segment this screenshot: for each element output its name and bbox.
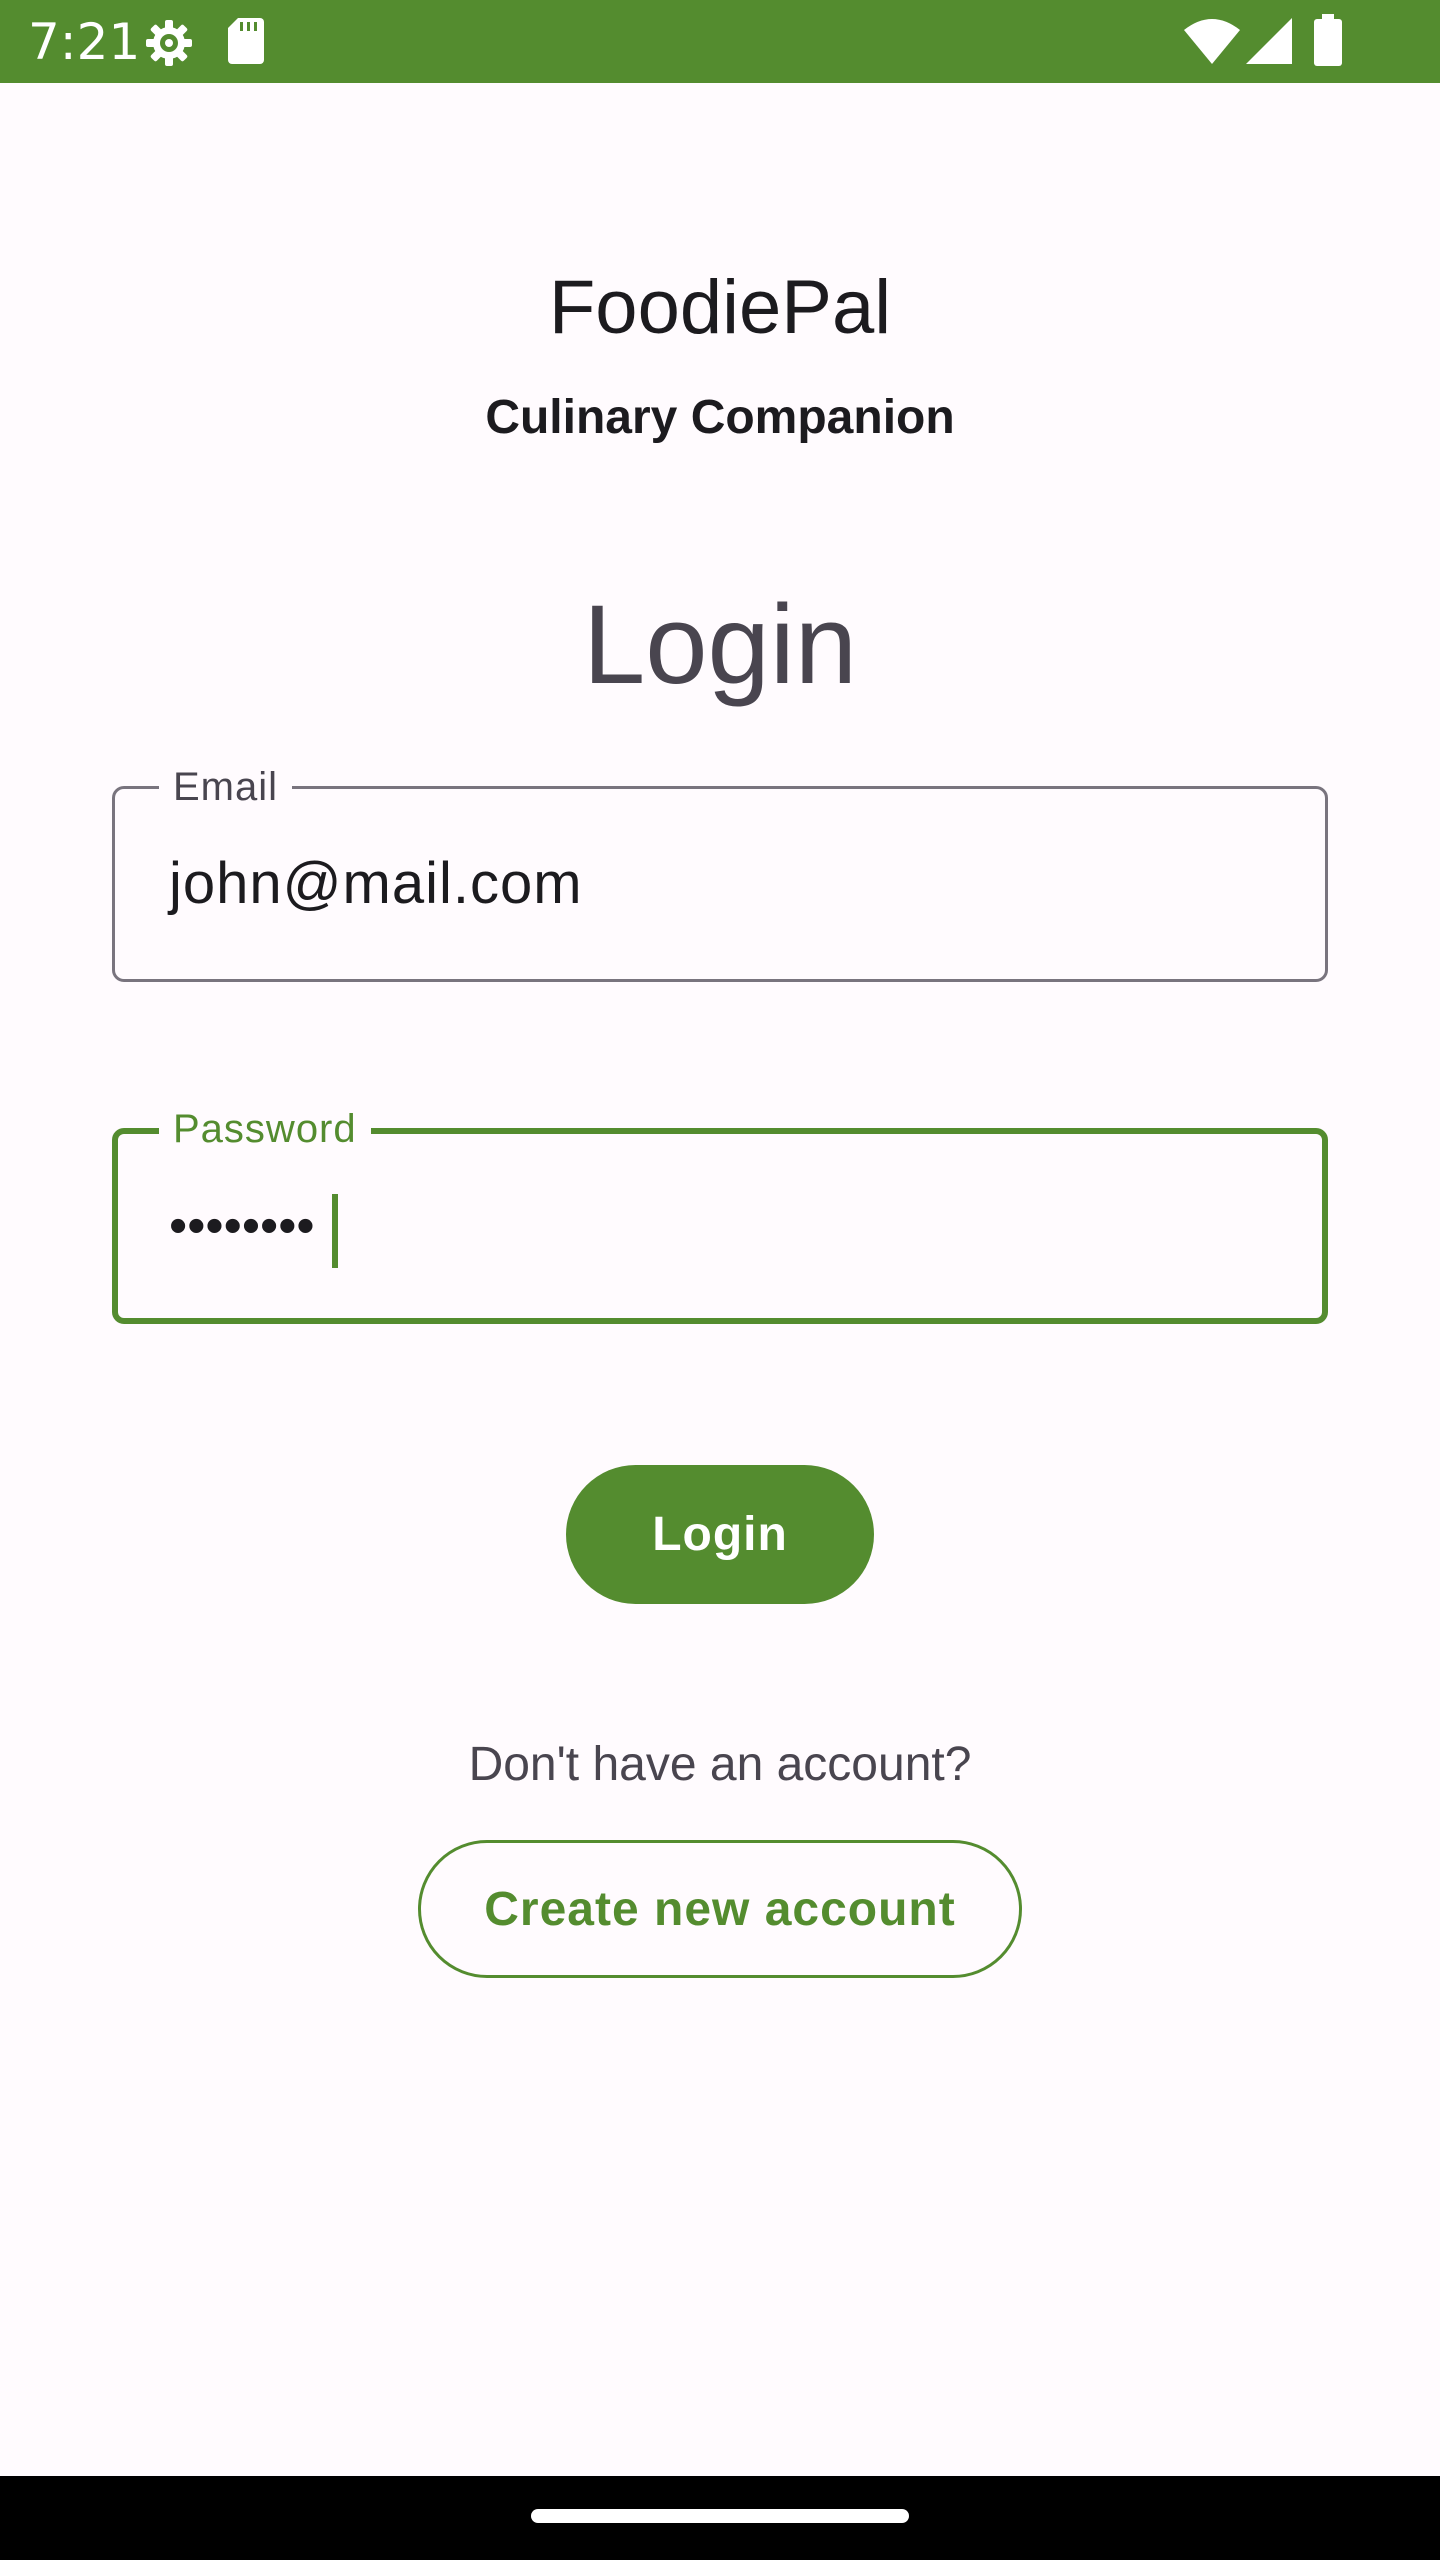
login-button[interactable]: Login: [566, 1465, 874, 1604]
password-field-value[interactable]: ••••••••: [169, 1191, 315, 1261]
status-time: 7:21: [28, 13, 141, 71]
text-cursor: [332, 1194, 338, 1268]
app-title: FoodiePal: [548, 265, 892, 350]
home-gesture-handle[interactable]: [531, 2509, 909, 2523]
app-subtitle: Culinary Companion: [485, 391, 955, 444]
password-field-label: Password: [159, 1105, 371, 1153]
create-account-button[interactable]: Create new account: [418, 1840, 1022, 1978]
password-field[interactable]: Password ••••••••: [112, 1105, 1328, 1324]
battery-icon: [1314, 14, 1342, 71]
status-bar: 7:21: [0, 0, 1440, 83]
navigation-bar: [0, 2476, 1440, 2560]
no-account-text: Don't have an account?: [468, 1738, 972, 1791]
email-field[interactable]: Email john@mail.com: [112, 763, 1328, 982]
login-heading: Login: [582, 582, 858, 707]
email-field-value[interactable]: john@mail.com: [169, 849, 583, 919]
settings-gear-icon: [144, 18, 194, 73]
email-field-label: Email: [159, 763, 293, 811]
sd-card-icon: [228, 18, 264, 69]
wifi-icon: [1184, 18, 1240, 69]
cell-signal-icon: [1246, 18, 1292, 69]
